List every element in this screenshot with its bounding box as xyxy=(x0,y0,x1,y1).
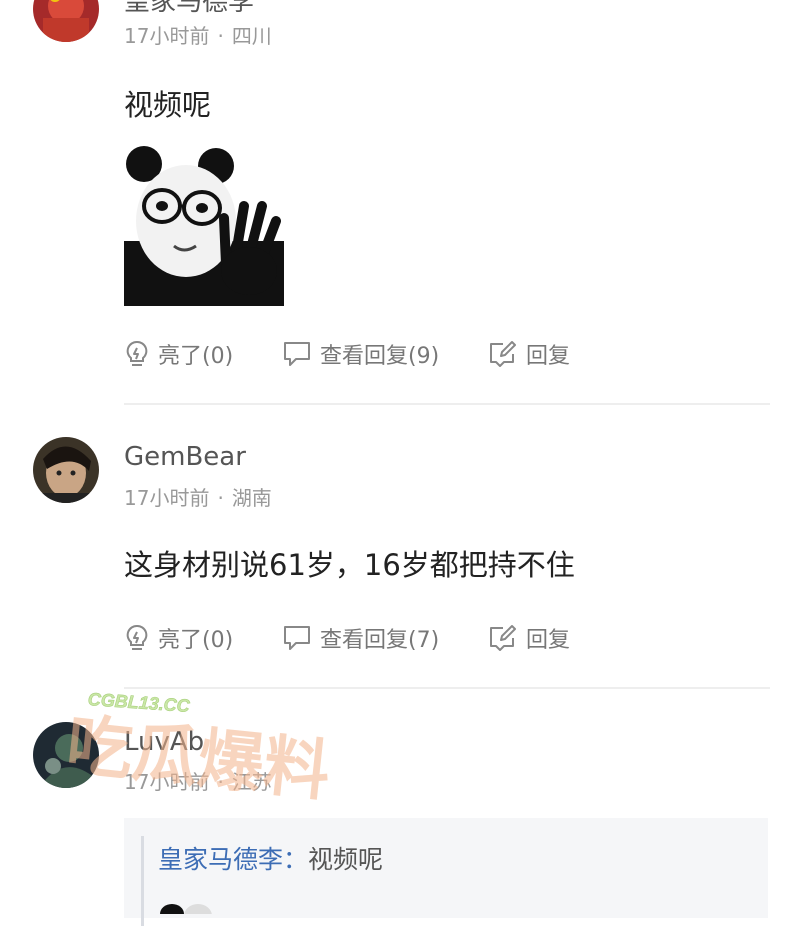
like-button[interactable]: 亮了(0) xyxy=(124,622,282,654)
quote-sticker-thumbnail[interactable] xyxy=(158,894,228,914)
comment-bubble-icon xyxy=(284,626,310,650)
quote-text: 皇家马德李：视频呢 xyxy=(158,840,383,876)
username[interactable]: GemBear xyxy=(124,442,246,472)
view-replies-button[interactable]: 查看回复(7) xyxy=(282,622,488,654)
comment-meta: 17小时前 · 江苏 xyxy=(124,766,272,795)
sticker-image[interactable] xyxy=(124,146,284,306)
edit-icon xyxy=(490,341,516,367)
avatar[interactable] xyxy=(33,722,99,788)
reply-label: 回复 xyxy=(526,344,571,369)
comment-location: 湖南 xyxy=(231,486,272,510)
comment-location: 江苏 xyxy=(231,770,272,794)
reply-button[interactable]: 回复 xyxy=(488,622,570,654)
meta-separator: · xyxy=(217,486,224,510)
comment-divider xyxy=(124,403,770,405)
avatar[interactable] xyxy=(33,0,99,42)
reply-label: 回复 xyxy=(526,628,571,653)
quoted-comment[interactable]: 皇家马德李：视频呢 xyxy=(124,818,768,926)
view-replies-button[interactable]: 查看回复(9) xyxy=(282,338,488,370)
comment-meta: 17小时前 · 四川 xyxy=(124,20,272,49)
comment-location: 四川 xyxy=(231,24,272,48)
watermark-url: CGBL13.CC xyxy=(87,689,191,716)
comment-text: 视频呢 xyxy=(124,88,212,122)
comment-actions: 亮了(0) 查看回复(7) 回复 xyxy=(124,620,570,656)
username[interactable]: LuvAb xyxy=(124,727,204,757)
quote-bar xyxy=(141,836,144,926)
avatar[interactable] xyxy=(33,437,99,503)
like-label: 亮了(0) xyxy=(158,628,234,653)
reply-button[interactable]: 回复 xyxy=(488,338,570,370)
meta-separator: · xyxy=(217,24,224,48)
view-replies-label: 查看回复(9) xyxy=(320,344,440,369)
bulb-icon xyxy=(126,340,148,366)
comment-time: 17小时前 xyxy=(124,486,210,510)
comment-actions: 亮了(0) 查看回复(9) 回复 xyxy=(124,336,570,372)
like-button[interactable]: 亮了(0) xyxy=(124,338,282,370)
comment-time: 17小时前 xyxy=(124,770,210,794)
comment-divider xyxy=(124,687,770,689)
bulb-icon xyxy=(126,624,148,650)
quote-author[interactable]: 皇家马德李： xyxy=(158,845,308,874)
comment-time: 17小时前 xyxy=(124,24,210,48)
comment-text: 这身材别说61岁，16岁都把持不住 xyxy=(124,548,575,582)
comment-meta: 17小时前 · 湖南 xyxy=(124,482,272,511)
like-label: 亮了(0) xyxy=(158,344,234,369)
username[interactable]: 皇家马德李 xyxy=(124,0,254,18)
comment-bubble-icon xyxy=(284,342,310,366)
meta-separator: · xyxy=(217,770,224,794)
edit-icon xyxy=(490,625,516,651)
quote-body: 视频呢 xyxy=(308,845,384,874)
view-replies-label: 查看回复(7) xyxy=(320,628,440,653)
